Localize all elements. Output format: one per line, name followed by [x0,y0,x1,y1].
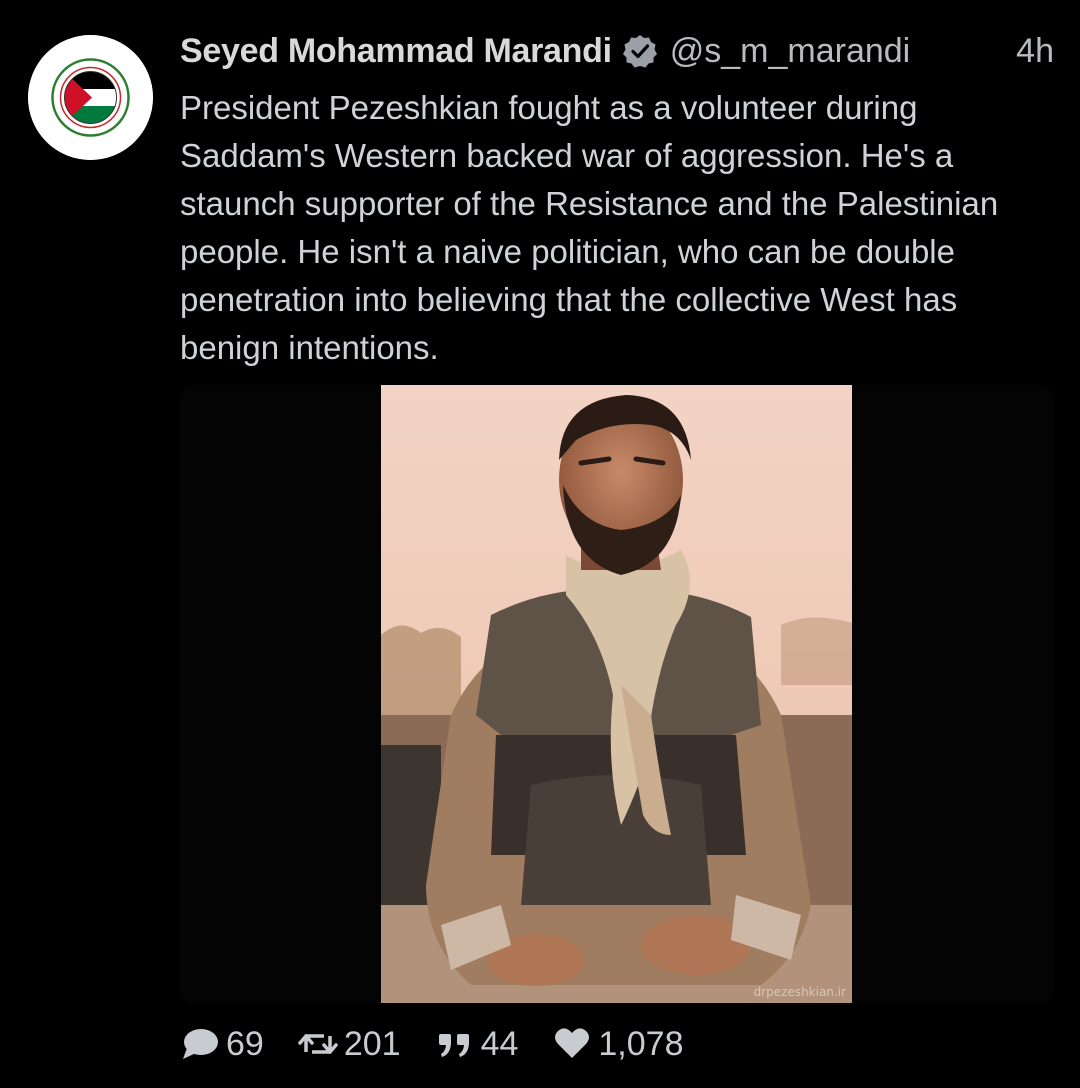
reply-count: 69 [226,1024,264,1063]
tweet-text: President Pezeshkian fought as a volunte… [180,89,999,366]
tweet[interactable]: Seyed Mohammad Marandi @s_m_marandi 4h P… [0,0,1080,1088]
quote-button[interactable]: 44 [435,1024,519,1064]
retweet-icon [298,1024,338,1064]
quote-icon [435,1024,475,1064]
heart-icon [552,1024,592,1064]
tweet-media[interactable]: drpezeshkian.ir [180,385,1054,1003]
tweet-timestamp[interactable]: 4h [1016,32,1054,71]
author-display-name[interactable]: Seyed Mohammad Marandi [180,32,612,71]
photo-image [381,385,852,1003]
reply-button[interactable]: 69 [180,1024,264,1064]
tweet-actions: 69 201 44 1,078 [180,1020,717,1068]
palestine-flag-badge-icon [28,35,153,160]
quote-count: 44 [480,1024,519,1063]
photo-watermark: drpezeshkian.ir [753,985,846,999]
tweet-photo[interactable]: drpezeshkian.ir [381,385,852,1003]
tweet-header: Seyed Mohammad Marandi @s_m_marandi 4h [180,28,1054,74]
author-avatar[interactable] [28,35,153,160]
reply-bubble-icon [180,1024,220,1064]
retweet-button[interactable]: 201 [298,1024,401,1064]
retweet-count: 201 [343,1024,401,1063]
like-count: 1,078 [598,1024,684,1063]
verified-badge-icon [622,33,658,69]
like-button[interactable]: 1,078 [552,1024,683,1064]
author-handle[interactable]: @s_m_marandi [670,32,911,71]
